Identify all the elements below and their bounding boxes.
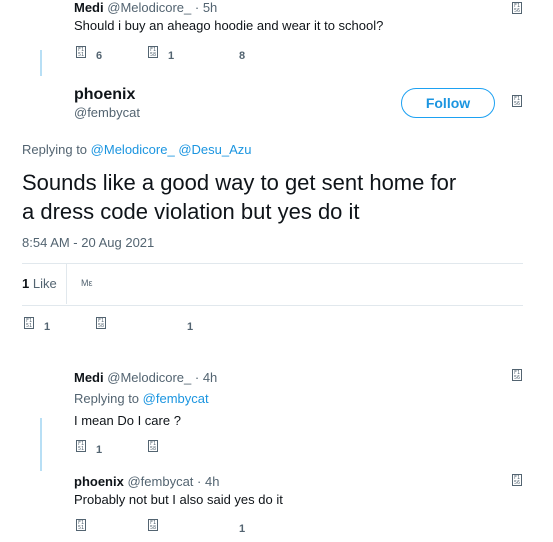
follow-button[interactable]: Follow	[401, 88, 495, 118]
replying-label: Replying to	[22, 142, 88, 157]
like-stat-count: 1	[22, 276, 30, 291]
liker-avatars[interactable]: Mε	[81, 278, 93, 288]
reply-icon[interactable]: F1 51	[76, 46, 86, 58]
tweet-text-line: Sounds like a good way to get sent home …	[22, 170, 457, 195]
like-count: 1	[187, 321, 194, 333]
retweet-count: 1	[168, 50, 175, 62]
tweet-time[interactable]: · 4h	[197, 474, 219, 489]
replying-to: Replying to @Melodicore_ @Desu_Azu	[22, 142, 252, 157]
caret-down-icon[interactable]: F1 56	[512, 2, 522, 14]
mention-link[interactable]: @fembycat	[143, 391, 209, 406]
tweet-time[interactable]: · 5h	[195, 0, 217, 15]
tweet-text-line: a dress code violation but yes do it	[22, 199, 360, 224]
reply-icon[interactable]: F1 51	[24, 317, 34, 329]
tweet-header: phoenix @fembycat · 4h	[74, 474, 219, 489]
divider	[22, 305, 523, 306]
author-handle[interactable]: @fembycat	[74, 105, 140, 120]
retweet-icon[interactable]: F1 58	[148, 440, 158, 452]
reply-icon[interactable]: F1 51	[76, 519, 86, 531]
retweet-icon[interactable]: F1 58	[148, 46, 158, 58]
caret-down-icon[interactable]: F1 56	[512, 369, 522, 381]
author-handle[interactable]: @fembycat	[127, 474, 193, 489]
tweet-header: Medi @Melodicore_ · 4h	[74, 370, 217, 385]
like-count: 8	[239, 50, 246, 62]
reply-count: 6	[96, 50, 103, 62]
author-name[interactable]: phoenix	[74, 474, 124, 489]
author-name[interactable]: Medi	[74, 370, 104, 385]
replying-to: Replying to @fembycat	[74, 391, 209, 406]
replying-label: Replying to	[74, 391, 140, 406]
tweet-text: I mean Do I care ?	[74, 413, 181, 428]
reply-count: 1	[44, 321, 51, 333]
reply-icon[interactable]: F1 51	[76, 440, 86, 452]
tweet-header: Medi @Melodicore_ · 5h	[74, 0, 217, 15]
caret-down-icon[interactable]: F1 56	[512, 95, 522, 107]
caret-down-icon[interactable]: F1 56	[512, 474, 522, 486]
stat-divider	[66, 264, 67, 304]
retweet-icon[interactable]: F1 58	[96, 317, 106, 329]
author-handle[interactable]: @Melodicore_	[107, 0, 191, 15]
thread-line	[40, 50, 42, 76]
reply-count: 1	[96, 444, 103, 456]
like-stats[interactable]: 1 Like	[22, 276, 57, 291]
tweet-time[interactable]: · 4h	[195, 370, 217, 385]
tweet-text: Sounds like a good way to get sent home …	[22, 168, 532, 226]
author-name[interactable]: phoenix	[74, 86, 135, 104]
tweet-text: Should i buy an aheago hoodie and wear i…	[74, 18, 384, 33]
thread-line	[40, 418, 42, 471]
tweet-timestamp[interactable]: 8:54 AM - 20 Aug 2021	[22, 235, 154, 250]
like-stat-label: Like	[32, 276, 57, 291]
author-name[interactable]: Medi	[74, 0, 104, 15]
divider	[22, 263, 523, 264]
retweet-icon[interactable]: F1 58	[148, 519, 158, 531]
like-count: 1	[239, 523, 246, 535]
author-handle[interactable]: @Melodicore_	[107, 370, 191, 385]
mention-link[interactable]: @Melodicore_	[91, 142, 175, 157]
mention-link[interactable]: @Desu_Azu	[178, 142, 251, 157]
tweet-text: Probably not but I also said yes do it	[74, 492, 283, 507]
